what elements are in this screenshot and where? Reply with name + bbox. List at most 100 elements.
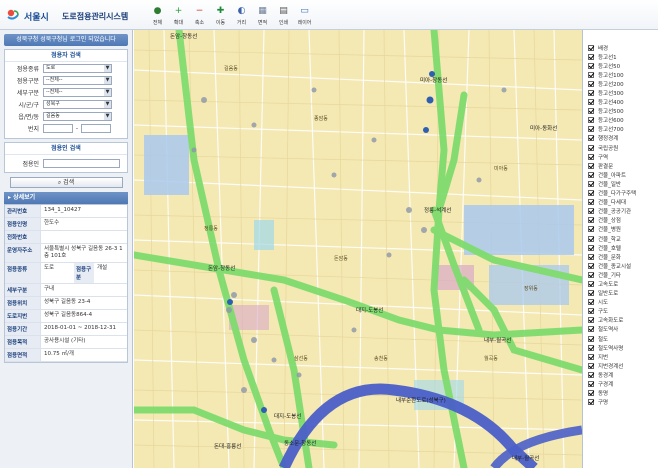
map-canvas[interactable]: 돈암-창동선 미아-창동선 정릉-석계선 미아-동화선 돈암-창동선 대지-도봉… (134, 30, 582, 468)
layer-checkbox[interactable] (588, 362, 594, 369)
layer-checkbox[interactable] (588, 171, 594, 178)
layer-item[interactable]: 고속화도로 (583, 316, 658, 325)
layer-checkbox[interactable] (588, 280, 594, 287)
layer-checkbox[interactable] (588, 199, 594, 206)
name-input[interactable] (43, 159, 120, 168)
layer-checkbox[interactable] (588, 253, 594, 260)
layer-checkbox[interactable] (588, 126, 594, 133)
layer-checkbox[interactable] (588, 71, 594, 78)
layer-checkbox[interactable] (588, 90, 594, 97)
layer-checkbox[interactable] (588, 290, 594, 297)
layer-item[interactable]: 고속도로 (583, 279, 658, 288)
tool-layer-button[interactable]: ▭ 레이어 (294, 3, 315, 29)
layer-item[interactable]: 건물_아파트 (583, 170, 658, 179)
layer-item[interactable]: 건물_종교시설 (583, 261, 658, 270)
layer-checkbox[interactable] (588, 308, 594, 315)
layer-checkbox[interactable] (588, 108, 594, 115)
layer-checkbox[interactable] (588, 390, 594, 397)
field-select[interactable]: 성북구 ▼ (43, 100, 112, 109)
layer-item[interactable]: 철도역사 (583, 325, 658, 334)
field-select[interactable]: --전체-- ▼ (43, 88, 112, 97)
layer-item[interactable]: 구명 (583, 398, 658, 407)
layer-item[interactable]: 건물_문화 (583, 252, 658, 261)
layer-checkbox[interactable] (588, 271, 594, 278)
layer-item[interactable]: 철도 (583, 334, 658, 343)
layer-item[interactable]: 등고선500 (583, 107, 658, 116)
layer-checkbox[interactable] (588, 299, 594, 306)
map-view[interactable]: 돈암-창동선 미아-창동선 정릉-석계선 미아-동화선 돈암-창동선 대지-도봉… (134, 30, 582, 468)
field-select[interactable]: 길음동 ▼ (43, 112, 112, 121)
layer-item[interactable]: 등고선200 (583, 79, 658, 88)
layer-item[interactable]: 건물_호텔 (583, 243, 658, 252)
layer-item[interactable]: 등고선300 (583, 88, 658, 97)
tool-area-button[interactable]: ▦ 면적 (252, 3, 273, 29)
layer-item[interactable]: 일반도로 (583, 289, 658, 298)
layer-checkbox[interactable] (588, 44, 594, 51)
layer-item[interactable]: 배경 (583, 43, 658, 52)
layer-item[interactable]: 구경계 (583, 379, 658, 388)
layer-checkbox[interactable] (588, 117, 594, 124)
layer-checkbox[interactable] (588, 153, 594, 160)
layer-checkbox[interactable] (588, 226, 594, 233)
layer-checkbox[interactable] (588, 335, 594, 342)
layer-checkbox[interactable] (588, 244, 594, 251)
layer-checkbox[interactable] (588, 180, 594, 187)
field-select[interactable]: --전체-- ▼ (43, 76, 112, 85)
layer-item[interactable]: 시도 (583, 298, 658, 307)
layer-checkbox[interactable] (588, 353, 594, 360)
layer-item[interactable]: 구도 (583, 307, 658, 316)
layer-item[interactable]: 지번경계선 (583, 361, 658, 370)
layer-checkbox[interactable] (588, 135, 594, 142)
tool-distance-button[interactable]: ◐ 거리 (231, 3, 252, 29)
layer-item[interactable]: 등고선700 (583, 125, 658, 134)
layer-item[interactable]: 건물_병원 (583, 225, 658, 234)
layer-item[interactable]: 지번 (583, 352, 658, 361)
layer-checkbox[interactable] (588, 381, 594, 388)
layer-item[interactable]: 등고선100 (583, 70, 658, 79)
layer-item[interactable]: 동명 (583, 389, 658, 398)
layer-checkbox[interactable] (588, 399, 594, 406)
layer-checkbox[interactable] (588, 99, 594, 106)
field-select[interactable]: 도로 ▼ (43, 64, 112, 73)
detail-key: 관리번호 (5, 205, 41, 217)
layer-checkbox[interactable] (588, 317, 594, 324)
layer-item[interactable]: 등고선50 (583, 61, 658, 70)
layer-checkbox[interactable] (588, 53, 594, 60)
bunji-main-input[interactable] (43, 124, 73, 133)
layer-item[interactable]: 구역 (583, 152, 658, 161)
layer-checkbox[interactable] (588, 62, 594, 69)
layer-checkbox[interactable] (588, 190, 594, 197)
tool-pan-button[interactable]: ✚ 이동 (210, 3, 231, 29)
layer-checkbox[interactable] (588, 371, 594, 378)
layer-item[interactable]: 건물_다세대 (583, 198, 658, 207)
layer-item[interactable]: 국립공원 (583, 143, 658, 152)
bunji-sub-input[interactable] (81, 124, 111, 133)
layer-item[interactable]: 등고선400 (583, 98, 658, 107)
layer-checkbox[interactable] (588, 80, 594, 87)
layer-item[interactable]: 건물_공공기관 (583, 207, 658, 216)
layer-checkbox[interactable] (588, 235, 594, 242)
layer-item[interactable]: 건물_학교 (583, 234, 658, 243)
layer-checkbox[interactable] (588, 262, 594, 269)
layer-item[interactable]: 건물_다가구주택 (583, 189, 658, 198)
layer-item[interactable]: 등고선1 (583, 52, 658, 61)
layer-item[interactable]: 판결문 (583, 161, 658, 170)
layer-item[interactable]: 건물_상점 (583, 216, 658, 225)
layer-item[interactable]: 철도역사명 (583, 343, 658, 352)
tool-zoom-in-button[interactable]: + 확대 (168, 3, 189, 29)
tool-globe-button[interactable]: ● 전체 (147, 3, 168, 29)
layer-checkbox[interactable] (588, 144, 594, 151)
tool-zoom-out-button[interactable]: − 축소 (189, 3, 210, 29)
search-button[interactable]: ⌕ 검색 (9, 177, 123, 188)
layer-item[interactable]: 등고선600 (583, 116, 658, 125)
layer-checkbox[interactable] (588, 162, 594, 169)
layer-checkbox[interactable] (588, 217, 594, 224)
layer-item[interactable]: 행정경계 (583, 134, 658, 143)
layer-checkbox[interactable] (588, 208, 594, 215)
layer-checkbox[interactable] (588, 344, 594, 351)
layer-checkbox[interactable] (588, 326, 594, 333)
layer-item[interactable]: 건물_기타 (583, 270, 658, 279)
layer-item[interactable]: 동경계 (583, 370, 658, 379)
tool-print-button[interactable]: ▤ 인쇄 (273, 3, 294, 29)
layer-item[interactable]: 건물_일반 (583, 179, 658, 188)
